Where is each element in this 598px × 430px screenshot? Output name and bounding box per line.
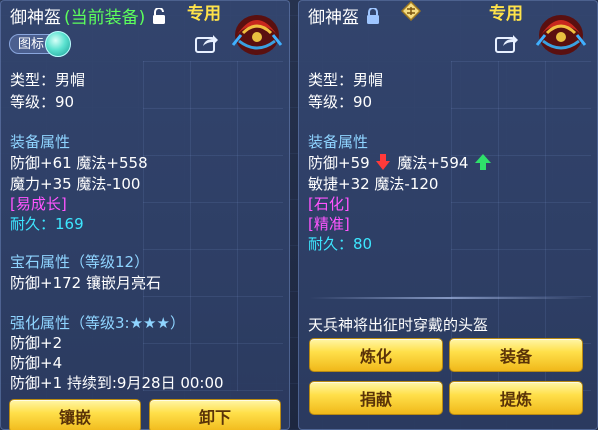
- gem-title: 宝石属性（等级12）: [10, 253, 150, 271]
- exclusive-label: 专用: [187, 4, 221, 24]
- helmet-icon: [535, 15, 587, 55]
- enhance-line-3: 防御+1 持续到:9月28日 00:00: [10, 374, 224, 392]
- background-inventory-grid: [143, 61, 283, 391]
- attr-magic: 魔法+594: [397, 154, 469, 172]
- item-type: 类型：男帽: [308, 71, 384, 89]
- special-attr: [易成长]: [10, 195, 67, 213]
- compare-item-panel: 御神盔 专用 类型：男帽 等级：90 装备属性 防御+59 魔法+594 敏捷+…: [298, 0, 598, 430]
- equip-button[interactable]: 装备: [449, 338, 583, 372]
- equipped-tag: (当前装备): [64, 8, 146, 28]
- helmet-icon: [231, 15, 283, 55]
- item-description: 天兵神将出征时穿戴的头盔: [308, 316, 489, 334]
- unequip-button[interactable]: 卸下: [149, 399, 281, 430]
- icon-toggle[interactable]: 图标: [9, 31, 72, 57]
- enhance-line-2: 防御+4: [10, 354, 63, 372]
- special-attr-1: [石化]: [308, 195, 350, 213]
- attr-line-1: 防御+59 魔法+594: [308, 152, 492, 173]
- refine-button[interactable]: 炼化: [309, 338, 443, 372]
- arrow-down-icon: [376, 154, 391, 170]
- share-icon[interactable]: [195, 33, 219, 53]
- share-icon[interactable]: [495, 33, 519, 53]
- item-title-row: 御神盔 (当前装备): [10, 3, 166, 28]
- badge-icon: [401, 1, 421, 21]
- attr-title: 装备属性: [10, 133, 71, 151]
- donate-button[interactable]: 捐献: [309, 381, 443, 415]
- arrow-up-icon: [475, 154, 492, 170]
- attr-line-1: 防御+61 魔法+558: [10, 154, 148, 172]
- exclusive-label: 专用: [489, 4, 523, 24]
- inlay-button[interactable]: 镶嵌: [9, 399, 141, 430]
- extract-button[interactable]: 提炼: [449, 381, 583, 415]
- gem-line: 防御+172 镶嵌月亮石: [10, 274, 161, 292]
- special-attr-2: [精准]: [308, 215, 350, 233]
- toggle-knob[interactable]: [45, 31, 72, 57]
- item-level: 等级：90: [10, 93, 75, 111]
- item-name: 御神盔: [10, 8, 61, 28]
- divider: [309, 297, 587, 299]
- enhance-title: 强化属性（等级3:★★★）: [10, 314, 185, 332]
- attr-defense: 防御+59: [308, 154, 370, 172]
- unlock-icon[interactable]: [152, 7, 166, 24]
- durability: 耐久：169: [10, 215, 84, 233]
- item-title-row: 御神盔: [308, 3, 380, 28]
- enhance-line-1: 防御+2: [10, 334, 63, 352]
- item-level: 等级：90: [308, 93, 373, 111]
- lock-icon[interactable]: [366, 7, 380, 24]
- equipped-item-panel: 御神盔 (当前装备) 专用 图标 类型：男帽 等级：90 装备属性 防御+61 …: [0, 0, 290, 430]
- durability: 耐久：80: [308, 235, 373, 253]
- attr-title: 装备属性: [308, 133, 369, 151]
- attr-line-2: 敏捷+32 魔法-120: [308, 175, 439, 193]
- item-name: 御神盔: [308, 8, 359, 28]
- item-type: 类型：男帽: [10, 71, 86, 89]
- attr-line-2: 魔力+35 魔法-100: [10, 175, 141, 193]
